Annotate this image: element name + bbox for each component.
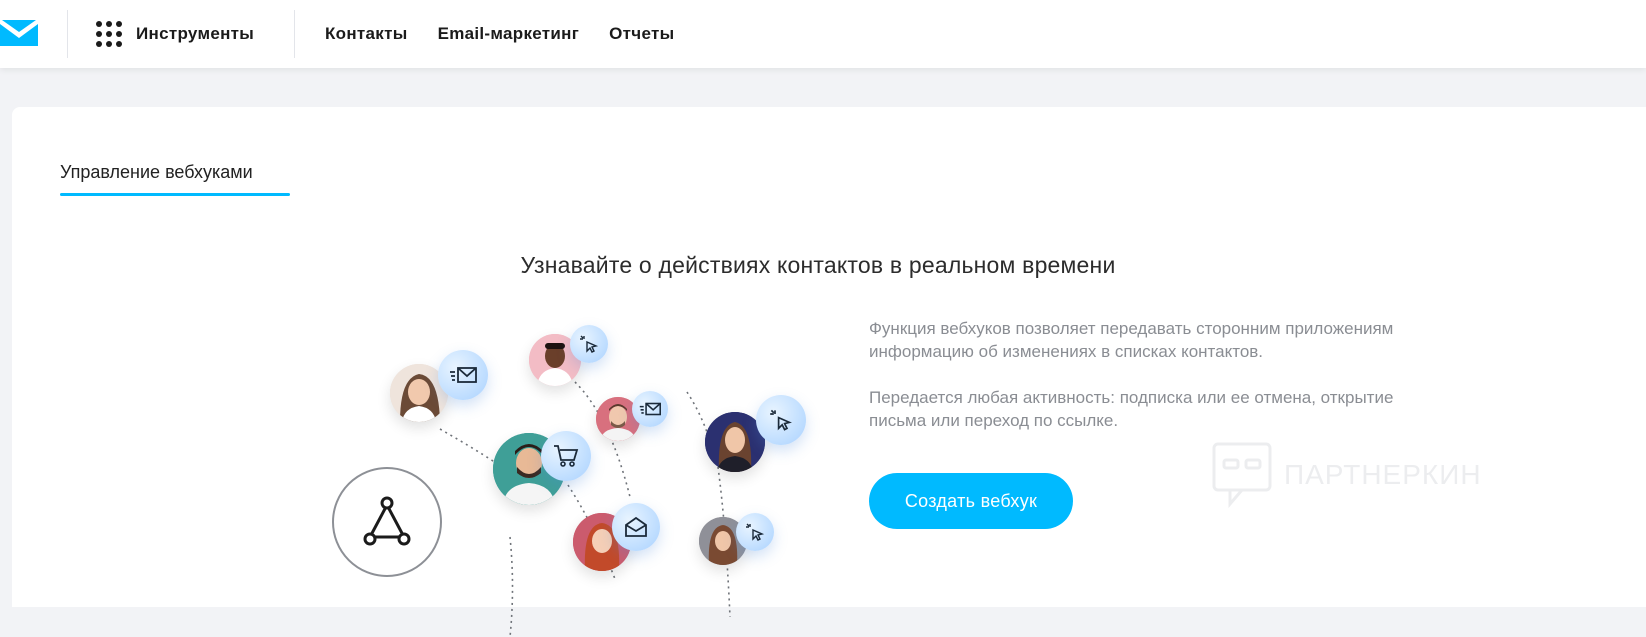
main-nav: Контакты Email-маркетинг Отчеты: [325, 0, 704, 68]
webhook-icon: [363, 496, 411, 546]
watermark: ПАРТНЕРКИН: [1212, 440, 1482, 510]
description-paragraph: Функция вебхуков позволяет передавать ст…: [869, 319, 1394, 361]
tools-menu-label: Инструменты: [136, 24, 255, 43]
watermark-text: ПАРТНЕРКИН: [1284, 459, 1482, 490]
watermark-logo-icon: [1212, 442, 1272, 508]
nav-item-reports[interactable]: Отчеты: [609, 24, 674, 44]
click-icon: [756, 395, 806, 445]
apps-grid-icon: [96, 21, 122, 47]
cart-icon: [541, 431, 591, 481]
page-headline: Узнавайте о действиях контактов в реальн…: [520, 252, 1116, 278]
create-webhook-button[interactable]: Создать вебхук: [869, 473, 1073, 529]
active-tab-indicator: [60, 193, 290, 196]
envelope-send-icon: [438, 350, 488, 400]
main-content-card: Управление вебхуками Узнавайте о действи…: [12, 107, 1646, 637]
envelope-open-icon: [612, 503, 660, 551]
top-navigation-bar: Инструменты Контакты Email-маркетинг Отч…: [0, 0, 1646, 68]
webhooks-illustration: [330, 317, 850, 637]
description-block: Функция вебхуков позволяет передавать ст…: [869, 317, 1429, 432]
tools-menu-button[interactable]: Инструменты: [96, 21, 254, 47]
header-divider: [294, 10, 295, 58]
description-paragraph: Передается любая активность: подписка ил…: [869, 388, 1394, 430]
nav-item-email-marketing[interactable]: Email-маркетинг: [438, 24, 580, 44]
envelope-send-icon: [632, 391, 668, 427]
click-icon: [736, 513, 774, 551]
nav-item-contacts[interactable]: Контакты: [325, 24, 408, 44]
header-divider: [67, 10, 68, 58]
webhook-hub: [332, 467, 442, 577]
click-icon: [570, 325, 608, 363]
tab-webhooks-management[interactable]: Управление вебхуками: [60, 162, 253, 183]
brand-logo-icon[interactable]: [0, 20, 42, 46]
